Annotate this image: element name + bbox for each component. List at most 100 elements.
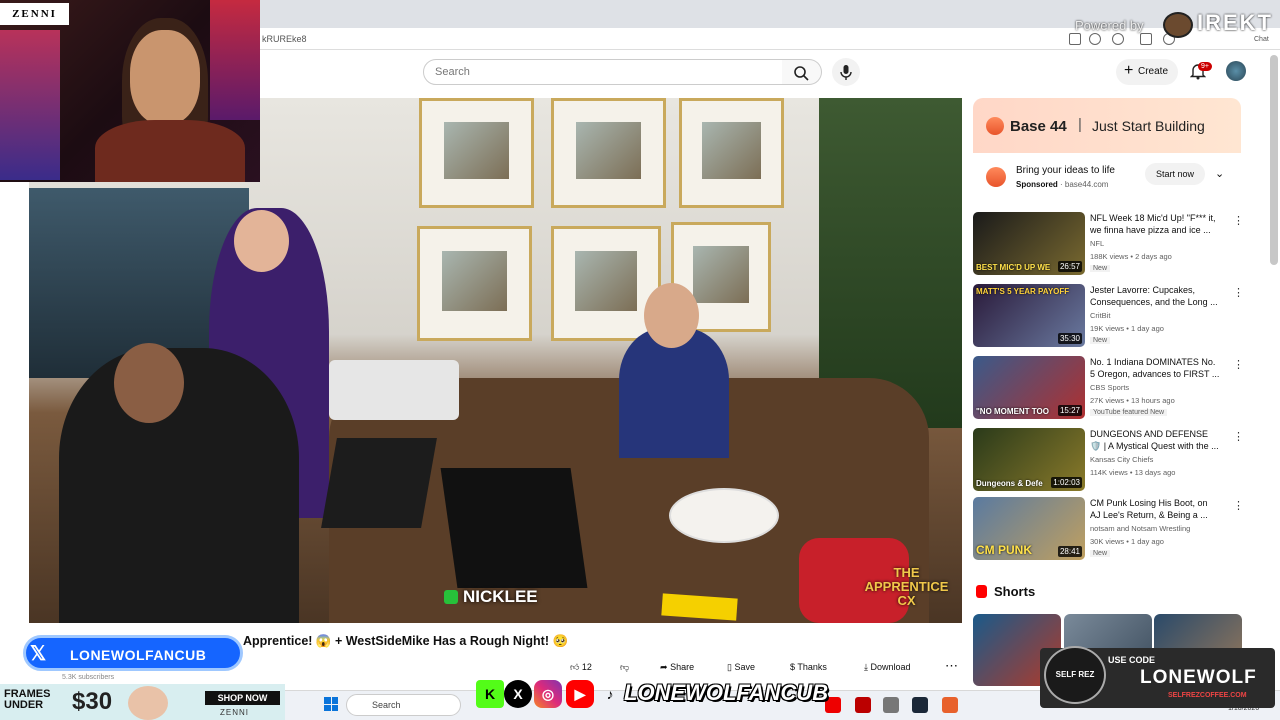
taskbar-search[interactable]: Search	[346, 694, 461, 716]
create-button[interactable]: + Create	[1116, 59, 1178, 85]
video-thumbnail[interactable]: Dungeons & Defe 1:02:03	[973, 428, 1085, 491]
chevron-down-icon[interactable]: ⌄	[1215, 167, 1224, 180]
recommendation-item[interactable]: "NO MOMENT TOO 15:27 No. 1 Indiana DOMINA…	[973, 356, 1253, 420]
chat-label[interactable]: Chat	[1254, 36, 1269, 43]
share-icon: ➦	[660, 662, 668, 672]
base44-logo-icon	[986, 117, 1004, 135]
person-head	[644, 283, 699, 348]
save-button[interactable]: ▯ Save	[727, 662, 755, 673]
thanks-button[interactable]: $ Thanks	[790, 662, 827, 672]
share-button[interactable]: ➦ Share	[660, 662, 694, 673]
recommendation-item[interactable]: Dungeons & Defe 1:02:03 DUNGEONS AND DEFE…	[973, 428, 1253, 492]
tiktok-icon: ♪	[606, 686, 614, 702]
frames-ad-text: FRAMES UNDER	[4, 688, 51, 711]
video-thumbnail[interactable]: CM PUNK 28:41	[973, 497, 1085, 560]
frames-price: $30	[72, 688, 113, 715]
new-badge: New	[1090, 550, 1111, 557]
printer	[329, 360, 459, 420]
streamer-webcam	[0, 0, 260, 182]
recommendation-item[interactable]: BEST MIC'D UP WE 26:57 NFL Week 18 Mic'd …	[973, 212, 1253, 276]
laptop	[440, 468, 588, 588]
channel-name[interactable]: NFL	[1090, 239, 1104, 248]
plate	[669, 488, 779, 543]
windows-start-icon[interactable]	[324, 697, 338, 711]
video-title[interactable]: No. 1 Indiana DOMINATES No. 5 Oregon, ad…	[1090, 356, 1220, 380]
show-logo: THE APPRENTICE CX	[864, 565, 949, 608]
more-options-icon[interactable]: ⋮	[1233, 214, 1244, 227]
video-meta: 27K views • 13 hours ago	[1090, 396, 1175, 405]
person-head	[234, 210, 289, 272]
channel-name[interactable]: CritBit	[1090, 311, 1110, 320]
powered-by-label: Powered by	[1075, 18, 1144, 33]
duration-badge: 26:57	[1057, 261, 1082, 272]
steam-app-icon[interactable]	[912, 697, 928, 713]
laptop	[321, 438, 437, 528]
app-icon[interactable]	[883, 697, 899, 713]
download-button[interactable]: ⤓ Download	[864, 662, 911, 673]
bear-mascot-icon	[1163, 12, 1193, 38]
wall-painting	[417, 226, 532, 341]
account-avatar[interactable]	[1226, 61, 1246, 81]
kick-icon	[444, 590, 458, 604]
search-icon	[794, 66, 809, 81]
new-badge: New	[1090, 337, 1111, 344]
ad-divider: |	[1078, 116, 1082, 133]
shop-now-label: SHOP NOW	[205, 691, 280, 705]
tab-search-icon[interactable]	[1140, 33, 1152, 45]
shorts-icon	[976, 585, 987, 598]
youtube-icon: ▶	[566, 680, 594, 708]
video-thumbnail[interactable]: "NO MOMENT TOO 15:27	[973, 356, 1085, 419]
extensions-icon[interactable]	[1069, 33, 1081, 45]
wall-painting	[679, 98, 784, 208]
ad-brand: Base 44	[1010, 118, 1067, 135]
app-icon[interactable]	[942, 697, 958, 713]
refresh-icon[interactable]	[1112, 33, 1124, 45]
more-actions-icon[interactable]: ⋯	[945, 658, 958, 674]
page-scrollbar[interactable]	[1270, 55, 1278, 265]
mic-icon	[840, 65, 852, 80]
new-badge: New	[1090, 265, 1111, 272]
duration-badge: 15:27	[1057, 405, 1082, 416]
ad-cta-button[interactable]: Start now	[1145, 163, 1205, 185]
channel-name[interactable]: Kansas City Chiefs	[1090, 455, 1153, 464]
search-input[interactable]: Search	[423, 59, 783, 85]
promo-code: LONEWOLF	[1140, 667, 1257, 688]
channel-name[interactable]: CBS Sports	[1090, 383, 1129, 392]
recommendation-item[interactable]: CM PUNK 28:41 CM Punk Losing His Boot, on…	[973, 497, 1253, 561]
search-button[interactable]	[782, 59, 822, 85]
dislike-button[interactable]: 👎︎	[620, 662, 629, 673]
person-head	[114, 343, 184, 423]
netflix-app-icon[interactable]	[855, 697, 871, 713]
kick-icon: K	[476, 680, 504, 708]
bookmark-icon[interactable]	[1089, 33, 1101, 45]
more-options-icon[interactable]: ⋮	[1233, 430, 1244, 443]
more-options-icon[interactable]: ⋮	[1233, 358, 1244, 371]
video-title[interactable]: Jester Lavorre: Cupcakes, Consequences, …	[1090, 284, 1220, 308]
x-icon: X	[504, 680, 532, 708]
voice-search-button[interactable]	[832, 58, 860, 86]
duration-badge: 28:41	[1057, 546, 1082, 557]
self-rez-logo: SELF REZ	[1044, 646, 1106, 704]
recommendation-item[interactable]: MATT'S 5 YEAR PAYOFF 35:30 Jester Lavorre…	[973, 284, 1253, 348]
zenni-small-logo: ZENNI	[220, 708, 249, 717]
like-button[interactable]: 👍︎ 12	[570, 662, 592, 673]
more-options-icon[interactable]: ⋮	[1233, 499, 1244, 512]
video-thumbnail[interactable]: MATT'S 5 YEAR PAYOFF 35:30	[973, 284, 1085, 347]
video-title[interactable]: NFL Week 18 Mic'd Up! "F*** it, we finna…	[1090, 212, 1220, 236]
more-options-icon[interactable]: ⋮	[1233, 286, 1244, 299]
url-text: kRUREke8	[262, 34, 307, 44]
video-title[interactable]: CM Punk Losing His Boot, on AJ Lee's Ret…	[1090, 497, 1220, 521]
ad-tagline: Just Start Building	[1092, 118, 1205, 134]
video-thumbnail[interactable]: BEST MIC'D UP WE 26:57	[973, 212, 1085, 275]
promo-url: SELFREZCOFFEE.COM	[1168, 692, 1247, 699]
ad-sponsored: Sponsored · base44.com	[1016, 180, 1109, 189]
wall-painting	[551, 98, 666, 208]
create-label: Create	[1138, 66, 1169, 77]
username-badge: LONEWOLFANCUB	[23, 635, 243, 671]
video-title[interactable]: DUNGEONS AND DEFENSE 🛡️ | A Mystical Que…	[1090, 428, 1220, 452]
shorts-heading: Shorts	[994, 584, 1036, 599]
download-icon: ⤓	[864, 662, 868, 672]
thumbs-down-icon: 👎︎	[620, 662, 630, 672]
channel-name[interactable]: notsam and Notsam Wrestling	[1090, 524, 1190, 533]
duration-badge: 1:02:03	[1051, 477, 1082, 488]
